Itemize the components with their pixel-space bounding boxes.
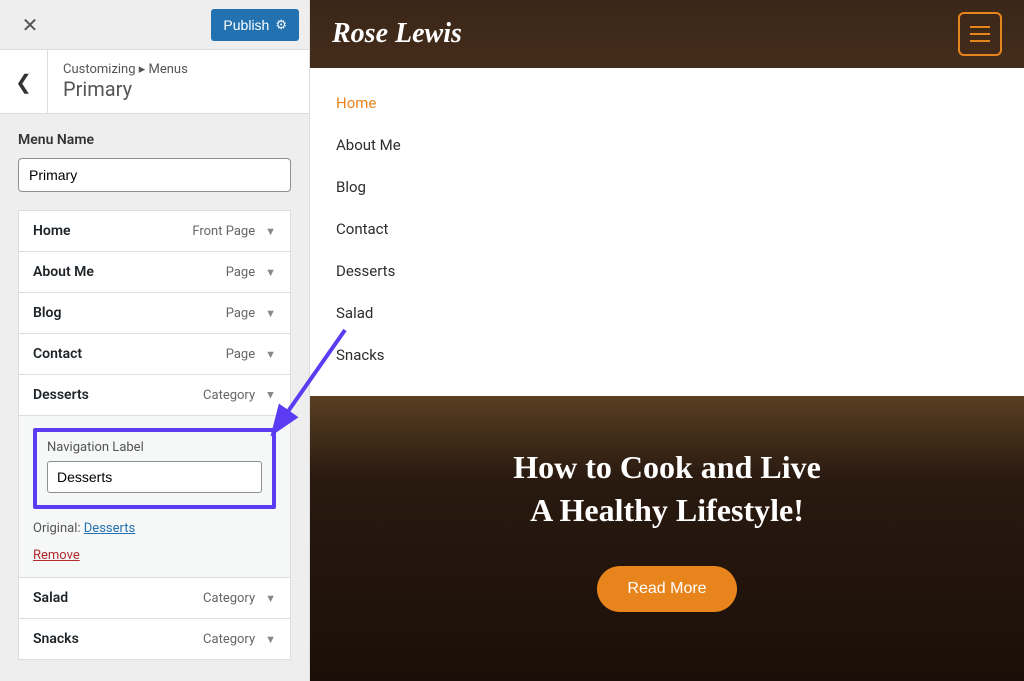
nav-item-salad[interactable]: Salad	[336, 292, 998, 334]
chevron-down-icon: ▼	[265, 348, 276, 361]
nav-item-snacks[interactable]: Snacks	[336, 334, 998, 376]
nav-item-about-me[interactable]: About Me	[336, 124, 998, 166]
menu-item-salad[interactable]: Salad Category ▼	[19, 578, 290, 619]
nav-item-blog[interactable]: Blog	[336, 166, 998, 208]
customizer-header: ✕ Publish ⚙	[0, 0, 309, 50]
back-button[interactable]: ❮	[0, 50, 48, 114]
breadcrumb-title: Primary	[63, 77, 188, 101]
navigation-label-text: Navigation Label	[47, 440, 262, 455]
site-title: Rose Lewis	[332, 18, 462, 50]
publish-label: Publish	[223, 17, 269, 33]
chevron-down-icon: ▼	[265, 592, 276, 605]
original-link[interactable]: Desserts	[84, 521, 135, 536]
breadcrumb: Customizing ▸ Menus Primary	[48, 62, 188, 101]
chevron-down-icon: ▼	[265, 266, 276, 279]
site-preview: Rose Lewis Home About Me Blog Contact De…	[310, 0, 1024, 681]
menu-item-desserts[interactable]: Desserts Category ▲	[19, 375, 290, 416]
chevron-up-icon: ▲	[265, 389, 276, 402]
menu-item-about-me[interactable]: About Me Page ▼	[19, 252, 290, 293]
chevron-down-icon: ▼	[265, 225, 276, 238]
menu-item-contact[interactable]: Contact Page ▼	[19, 334, 290, 375]
nav-item-desserts[interactable]: Desserts	[336, 250, 998, 292]
chevron-down-icon: ▼	[265, 307, 276, 320]
preview-nav: Home About Me Blog Contact Desserts Sala…	[310, 68, 1024, 396]
breadcrumb-path: Customizing ▸ Menus	[63, 62, 188, 77]
navigation-label-input[interactable]	[47, 461, 262, 493]
navigation-label-highlight: Navigation Label	[33, 428, 276, 509]
chevron-down-icon: ▼	[265, 633, 276, 646]
hero-heading: How to Cook and Live A Healthy Lifestyle…	[310, 446, 1024, 532]
original-row: Original: Desserts	[33, 521, 276, 536]
breadcrumb-row: ❮ Customizing ▸ Menus Primary	[0, 50, 309, 114]
close-customizer-button[interactable]: ✕	[10, 0, 50, 50]
menu-name-input[interactable]	[18, 158, 291, 192]
hamburger-icon	[970, 26, 990, 28]
nav-item-home[interactable]: Home	[336, 82, 998, 124]
nav-item-contact[interactable]: Contact	[336, 208, 998, 250]
menu-item-expanded-panel: Navigation Label Original: Desserts Remo…	[19, 416, 290, 578]
menu-name-label: Menu Name	[18, 132, 291, 148]
menu-item-home[interactable]: Home Front Page ▼	[19, 211, 290, 252]
menu-item-snacks[interactable]: Snacks Category ▼	[19, 619, 290, 659]
preview-header: Rose Lewis	[310, 0, 1024, 68]
hamburger-menu-button[interactable]	[958, 12, 1002, 56]
customizer-body: Menu Name Home Front Page ▼ About Me Pag…	[0, 114, 309, 678]
menu-items-list: Home Front Page ▼ About Me Page ▼ Blog P…	[18, 210, 291, 660]
publish-button[interactable]: Publish ⚙	[211, 9, 299, 41]
gear-icon: ⚙	[275, 17, 287, 33]
remove-link[interactable]: Remove	[33, 548, 80, 563]
hero-section: How to Cook and Live A Healthy Lifestyle…	[310, 396, 1024, 612]
menu-item-blog[interactable]: Blog Page ▼	[19, 293, 290, 334]
read-more-button[interactable]: Read More	[597, 566, 736, 612]
customizer-panel: ✕ Publish ⚙ ❮ Customizing ▸ Menus Primar…	[0, 0, 310, 681]
